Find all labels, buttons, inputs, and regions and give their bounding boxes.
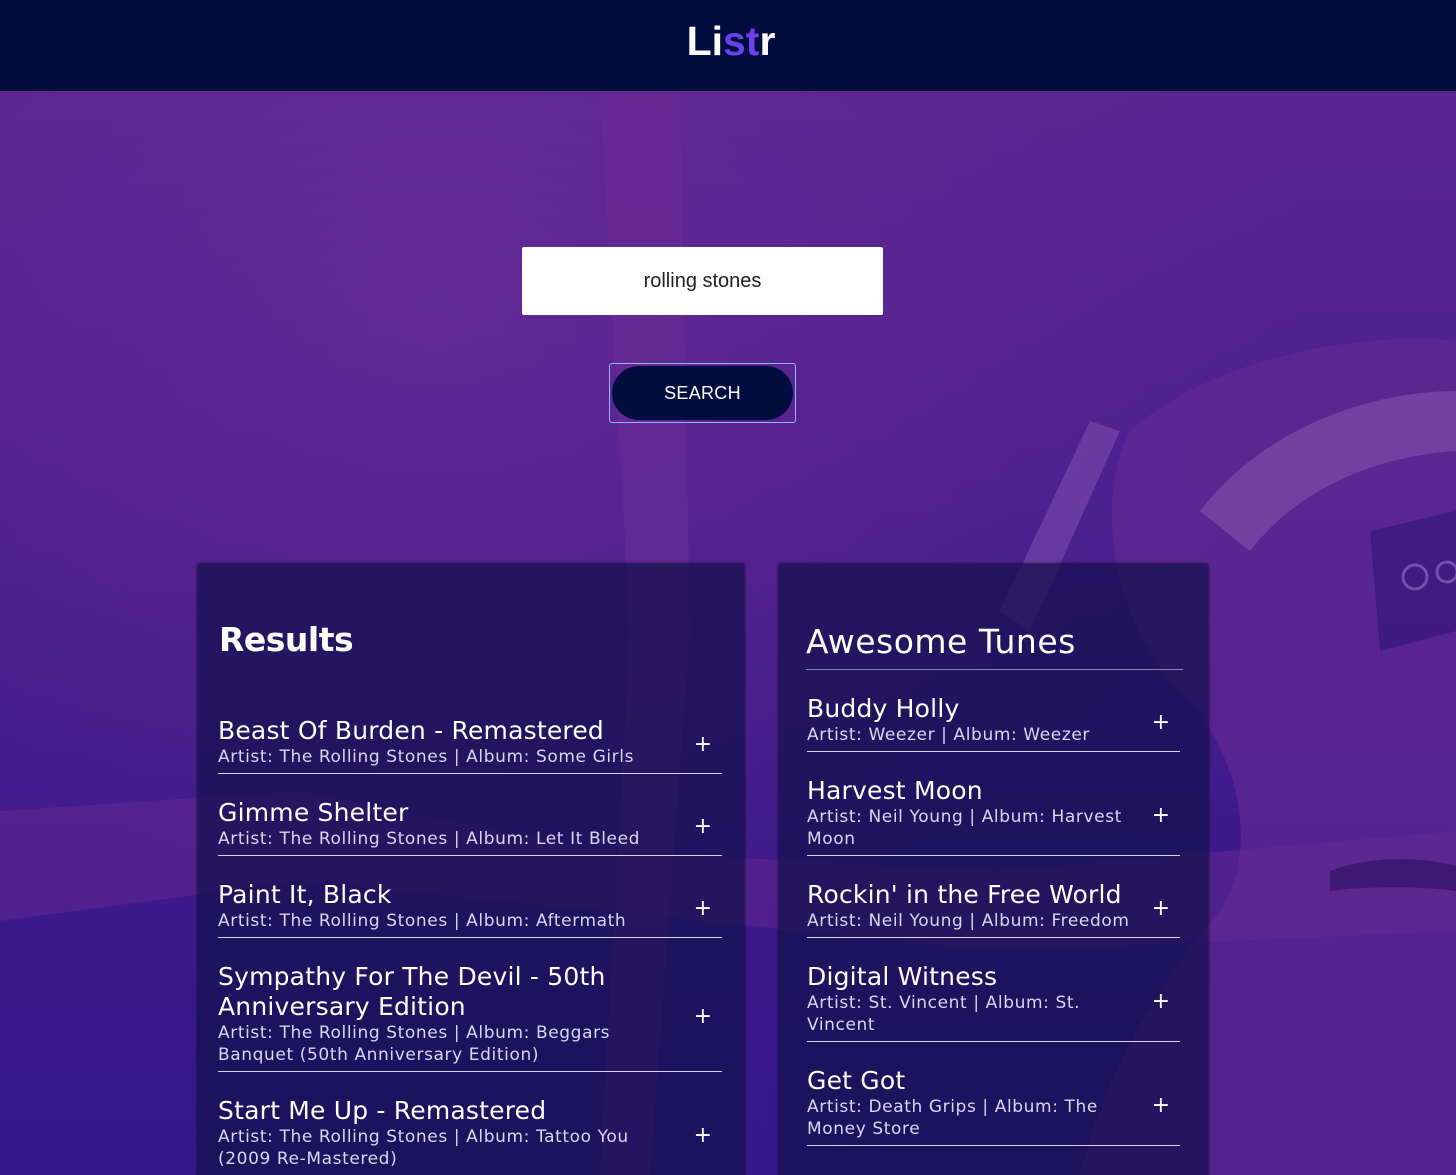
track-meta: Artist: Weezer | Album: Weezer — [807, 725, 1091, 745]
search-input[interactable] — [522, 247, 883, 315]
logo-accent: st — [723, 18, 760, 64]
playlist-track: Rockin' in the Free World Artist: Neil Y… — [807, 880, 1180, 938]
track-name: Gimme Shelter — [218, 798, 409, 827]
track-meta: Artist: Neil Young | Album: Freedom — [807, 911, 1130, 931]
track-meta: Artist: Death Grips | Album: The Money S… — [807, 1097, 1098, 1139]
add-track-icon[interactable]: + — [694, 1005, 712, 1028]
add-track-icon[interactable]: + — [1152, 711, 1170, 734]
add-track-icon[interactable]: + — [694, 815, 712, 838]
add-track-icon[interactable]: + — [694, 897, 712, 920]
track-meta: Artist: The Rolling Stones | Album: Afte… — [218, 911, 627, 931]
result-track: Gimme Shelter Artist: The Rolling Stones… — [218, 798, 722, 856]
track-name: Sympathy For The Devil - 50th Anniversar… — [218, 962, 606, 1021]
search-button[interactable]: SEARCH — [609, 363, 796, 423]
playlist-track: Buddy Holly Artist: Weezer | Album: Weez… — [807, 694, 1180, 752]
track-meta: Artist: The Rolling Stones | Album: Let … — [218, 829, 641, 849]
results-title: Results — [219, 620, 354, 659]
add-track-icon[interactable]: + — [1152, 804, 1170, 827]
track-name: Paint It, Black — [218, 880, 392, 909]
track-name: Digital Witness — [807, 962, 998, 991]
track-name: Buddy Holly — [807, 694, 960, 723]
logo-suffix: r — [759, 18, 776, 64]
add-track-icon[interactable]: + — [694, 1124, 712, 1147]
track-meta: Artist: The Rolling Stones | Album: Tatt… — [218, 1127, 629, 1169]
playlist-panel: Awesome Tunes Buddy Holly Artist: Weezer… — [779, 564, 1208, 1175]
track-name: Beast Of Burden - Remastered — [218, 716, 604, 745]
playlist-title[interactable]: Awesome Tunes — [806, 622, 1183, 670]
track-name: Harvest Moon — [807, 776, 983, 805]
add-track-icon[interactable]: + — [1152, 1094, 1170, 1117]
playlist-track: Digital Witness Artist: St. Vincent | Al… — [807, 962, 1180, 1042]
logo-prefix: Li — [686, 18, 723, 64]
playlist-track: Harvest Moon Artist: Neil Young | Album:… — [807, 776, 1180, 856]
track-meta: Artist: Neil Young | Album: Harvest Moon — [807, 807, 1122, 849]
add-track-icon[interactable]: + — [1152, 897, 1170, 920]
result-track: Paint It, Black Artist: The Rolling Ston… — [218, 880, 722, 938]
add-track-icon[interactable]: + — [694, 733, 712, 756]
track-meta: Artist: St. Vincent | Album: St. Vincent — [807, 993, 1081, 1035]
playlist-track: Get Got Artist: Death Grips | Album: The… — [807, 1066, 1180, 1146]
add-track-icon[interactable]: + — [1152, 990, 1170, 1013]
track-name: Get Got — [807, 1066, 906, 1095]
track-name: Start Me Up - Remastered — [218, 1096, 547, 1125]
app-logo: Listr — [687, 18, 776, 65]
result-track: Sympathy For The Devil - 50th Anniversar… — [218, 962, 722, 1072]
result-track: Beast Of Burden - Remastered Artist: The… — [218, 716, 722, 774]
track-name: Rockin' in the Free World — [807, 880, 1122, 909]
track-meta: Artist: The Rolling Stones | Album: Begg… — [218, 1023, 611, 1065]
track-meta: Artist: The Rolling Stones | Album: Some… — [218, 747, 635, 767]
result-track: Start Me Up - Remastered Artist: The Rol… — [218, 1096, 722, 1175]
results-panel: Results Beast Of Burden - Remastered Art… — [198, 564, 744, 1175]
search-button-label: SEARCH — [612, 366, 793, 420]
app-header: Listr — [0, 0, 1456, 91]
